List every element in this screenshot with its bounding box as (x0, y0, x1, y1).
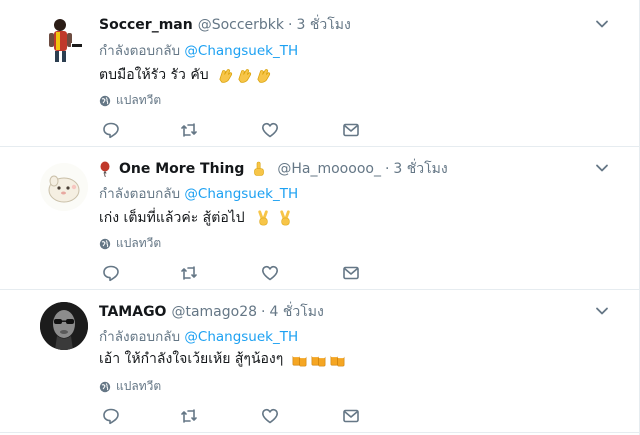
avatar[interactable] (40, 163, 88, 211)
avatar[interactable] (40, 16, 88, 64)
reply-mention-link[interactable]: @Changsuek_TH (184, 329, 298, 345)
timestamp[interactable]: 3 ชั่วโมง (296, 14, 350, 36)
reply-label: กำลังตอบกลับ (99, 186, 181, 202)
tweet-reply[interactable]: TAMAGO @tamago28 · 4 ชั่วโมง กำลังตอบกลั… (0, 290, 639, 433)
translate-label[interactable]: แปลทวีต (116, 234, 161, 253)
globe-icon (99, 381, 111, 392)
beer-mugs-icon (311, 353, 326, 366)
tweet-header: One More Thing @Ha_mooooo_ · 3 ชั่วโมง (99, 158, 448, 180)
victory-hand-icon (257, 209, 268, 225)
separator-dot: · (384, 161, 390, 177)
victory-hand-icon (279, 209, 290, 225)
direct-message-icon[interactable] (342, 264, 360, 282)
translate-tweet-link[interactable]: แปลทวีต (99, 234, 161, 253)
timestamp[interactable]: 4 ชั่วโมง (269, 301, 323, 323)
reply-icon[interactable] (102, 407, 120, 425)
tweet-text-body: เอ้า ให้กำลังใจเว้ยเห้ย สู้ๆน้องๆ (99, 351, 284, 367)
beer-mugs-icon (330, 353, 345, 366)
reply-icon[interactable] (102, 121, 120, 139)
pointing-up-icon (254, 161, 265, 176)
separator-dot: · (261, 304, 266, 320)
display-name[interactable]: Soccer_man (99, 17, 193, 33)
avatar[interactable] (40, 302, 88, 350)
reply-context: กำลังตอบกลับ @Changsuek_TH (99, 39, 298, 61)
display-name[interactable]: One More Thing (119, 161, 244, 177)
reply-label: กำลังตอบกลับ (99, 329, 181, 345)
reply-mention-link[interactable]: @Changsuek_TH (184, 186, 298, 202)
tweet-reply[interactable]: Soccer_man @Soccerbkk · 3 ชั่วโมง กำลังต… (0, 0, 639, 147)
display-name[interactable]: TAMAGO (99, 304, 166, 320)
balloon-icon (100, 161, 110, 177)
like-heart-icon[interactable] (261, 264, 279, 282)
timestamp[interactable]: 3 ชั่วโมง (393, 158, 447, 180)
tweet-text: ตบมือให้รัว รัว คับ (99, 64, 272, 86)
separator-dot: · (288, 17, 293, 33)
tweet-actions (102, 264, 362, 282)
like-heart-icon[interactable] (261, 407, 279, 425)
clapping-hands-icon (257, 68, 270, 83)
reply-context: กำลังตอบกลับ @Changsuek_TH (99, 325, 298, 347)
tweet-actions (102, 407, 362, 425)
reply-context: กำลังตอบกลับ @Changsuek_TH (99, 182, 298, 204)
direct-message-icon[interactable] (342, 407, 360, 425)
beer-mugs-icon (292, 353, 307, 366)
tweet-header: Soccer_man @Soccerbkk · 3 ชั่วโมง (99, 14, 351, 36)
translate-label[interactable]: แปลทวีต (116, 377, 161, 396)
like-heart-icon[interactable] (261, 121, 279, 139)
clapping-hands-icon (219, 68, 232, 83)
tweet-text-body: เก่ง เต็มที่แล้วค่ะ สู้ต่อไป (99, 210, 245, 226)
clapping-hands-icon (238, 68, 251, 83)
translate-tweet-link[interactable]: แปลทวีต (99, 91, 161, 110)
tweet-reply[interactable]: One More Thing @Ha_mooooo_ · 3 ชั่วโมง ก… (0, 147, 639, 290)
translate-tweet-link[interactable]: แปลทวีต (99, 377, 161, 396)
username[interactable]: @Ha_mooooo_ (277, 161, 381, 177)
direct-message-icon[interactable] (342, 121, 360, 139)
tweet-header: TAMAGO @tamago28 · 4 ชั่วโมง (99, 301, 324, 323)
tweet-text: เอ้า ให้กำลังใจเว้ยเห้ย สู้ๆน้องๆ (99, 348, 346, 370)
reply-icon[interactable] (102, 264, 120, 282)
chevron-down-icon[interactable] (595, 17, 609, 31)
username[interactable]: @Soccerbkk (198, 17, 284, 33)
tweet-text: เก่ง เต็มที่แล้วค่ะ สู้ต่อไป (99, 207, 294, 229)
chevron-down-icon[interactable] (595, 161, 609, 175)
reply-mention-link[interactable]: @Changsuek_TH (184, 43, 298, 59)
globe-icon (99, 95, 111, 106)
retweet-icon[interactable] (180, 264, 198, 282)
retweet-icon[interactable] (180, 121, 198, 139)
tweet-actions (102, 121, 362, 139)
username[interactable]: @tamago28 (171, 304, 257, 320)
retweet-icon[interactable] (180, 407, 198, 425)
chevron-down-icon[interactable] (595, 304, 609, 318)
globe-icon (99, 238, 111, 249)
tweet-text-body: ตบมือให้รัว รัว คับ (99, 67, 209, 83)
reply-label: กำลังตอบกลับ (99, 43, 181, 59)
translate-label[interactable]: แปลทวีต (116, 91, 161, 110)
